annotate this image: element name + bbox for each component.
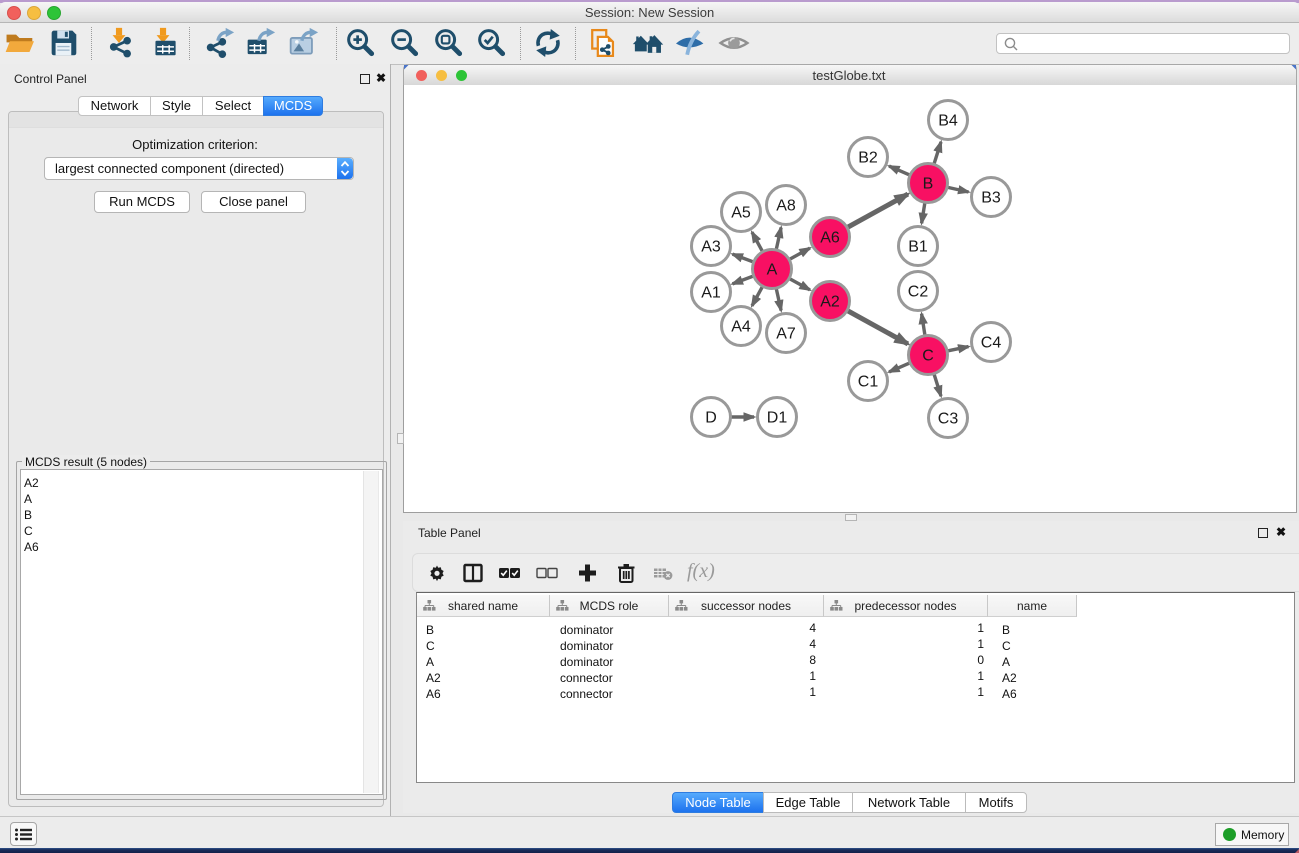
svg-text:C4: C4	[981, 335, 1002, 352]
svg-text:A8: A8	[776, 198, 796, 215]
svg-text:A1: A1	[701, 285, 721, 302]
svg-text:A6: A6	[820, 230, 840, 247]
svg-text:D: D	[705, 410, 717, 427]
svg-text:B1: B1	[908, 239, 928, 256]
svg-text:C: C	[922, 348, 934, 365]
svg-text:A3: A3	[701, 239, 721, 256]
svg-text:C1: C1	[858, 374, 879, 391]
svg-text:A2: A2	[820, 294, 840, 311]
svg-text:B2: B2	[858, 150, 878, 167]
svg-text:C2: C2	[908, 284, 929, 301]
svg-text:A5: A5	[731, 205, 751, 222]
svg-text:A: A	[767, 262, 778, 279]
svg-text:B3: B3	[981, 190, 1001, 207]
svg-text:C3: C3	[938, 411, 959, 428]
svg-text:D1: D1	[767, 410, 788, 427]
svg-text:A4: A4	[731, 319, 751, 336]
svg-text:A7: A7	[776, 326, 796, 343]
svg-text:B: B	[923, 176, 934, 193]
svg-text:B4: B4	[938, 113, 958, 130]
